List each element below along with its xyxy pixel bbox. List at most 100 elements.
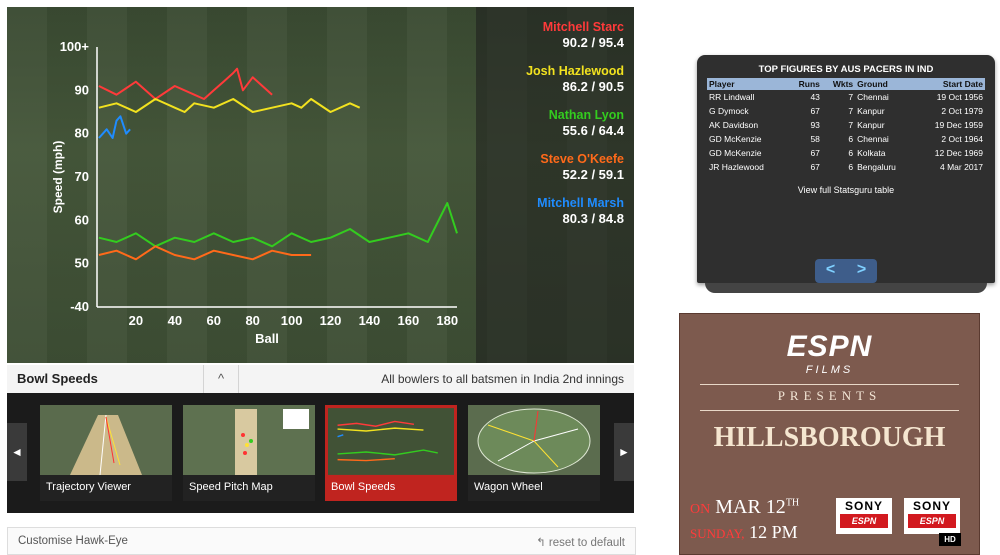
legend-entry: Mitchell Marsh 80.3 / 84.8 — [474, 195, 624, 227]
reset-to-default-link[interactable]: ↰ reset to default — [536, 535, 625, 549]
wkts-cell: 7 — [848, 120, 854, 130]
y-tick-label: 90 — [75, 82, 89, 97]
player-cell: RR Lindwall — [709, 92, 755, 102]
widget-nav: < > — [815, 259, 877, 283]
ground-cell: Bengaluru — [857, 162, 896, 172]
x-axis-label: Ball — [255, 331, 279, 346]
x-tick-label: 60 — [207, 313, 221, 328]
y-axis-label: Speed (mph) — [51, 141, 65, 214]
table-row: RR Lindwall 43 7 Chennai 19 Oct 1956 — [707, 90, 985, 104]
x-tick-label: 180 — [436, 313, 458, 328]
series-line — [98, 202, 458, 248]
series-line — [98, 98, 361, 113]
runs-cell: 58 — [810, 134, 820, 144]
col-header-ground: Ground — [855, 78, 914, 90]
time-value: 12 PM — [749, 522, 798, 542]
wagon-wheel-thumbnail — [468, 405, 600, 475]
legend-bowler-name: Steve O'Keefe — [540, 152, 624, 166]
customise-hawk-eye-link[interactable]: Customise Hawk-Eye — [18, 535, 128, 547]
films-label: FILMS — [805, 364, 854, 376]
thumb-label: Trajectory Viewer — [46, 481, 131, 493]
legend-bowler-name: Mitchell Marsh — [537, 196, 624, 210]
widget-body: TOP FIGURES BY AUS PACERS IN IND Player … — [697, 55, 995, 283]
legend-speed-stats: 90.2 / 95.4 — [562, 35, 624, 50]
top-figures-widget: TOP FIGURES BY AUS PACERS IN IND Player … — [697, 55, 995, 295]
x-tick-label: 120 — [320, 313, 342, 328]
collapse-button[interactable]: ^ — [203, 365, 239, 393]
player-cell: GD McKenzie — [709, 148, 762, 158]
legend-entry: Mitchell Starc 90.2 / 95.4 — [474, 19, 624, 51]
y-tick-label: 70 — [75, 169, 89, 184]
date-cell: 4 Mar 2017 — [940, 162, 983, 172]
date-prefix: ON — [690, 502, 711, 517]
series-line — [98, 115, 131, 139]
espn-text: ESPN — [908, 514, 956, 528]
legend-entry: Steve O'Keefe 52.2 / 59.1 — [474, 151, 624, 183]
date-cell: 19 Oct 1956 — [936, 92, 983, 102]
thumb-speed-pitch-map[interactable]: Speed Pitch Map — [183, 405, 315, 501]
legend-bowler-name: Nathan Lyon — [548, 108, 624, 122]
wkts-cell: 6 — [848, 162, 854, 172]
statsguru-link[interactable]: View full Statsguru table — [697, 185, 995, 195]
sony-espn-logo: SONY ESPN — [836, 498, 892, 534]
legend-speed-stats: 55.6 / 64.4 — [562, 123, 624, 138]
series-line — [98, 245, 312, 261]
table-row: GD McKenzie 67 6 Kolkata 12 Dec 1969 — [707, 146, 985, 160]
x-tick-label: 160 — [397, 313, 419, 328]
thumb-label: Wagon Wheel — [474, 481, 543, 493]
thumb-label: Speed Pitch Map — [189, 481, 273, 493]
wkts-cell: 7 — [848, 92, 854, 102]
sony-text: SONY — [912, 499, 951, 513]
legend-entry: Nathan Lyon 55.6 / 64.4 — [474, 107, 624, 139]
chart-legend: Mitchell Starc 90.2 / 95.4 Josh Hazlewood 8… — [474, 19, 624, 239]
bowl-speeds-thumbnail — [328, 408, 454, 475]
y-tick-label: 50 — [75, 256, 89, 271]
widget-next-button[interactable]: > — [846, 261, 877, 279]
date-cell: 2 Oct 1979 — [941, 106, 983, 116]
hd-badge: HD — [939, 533, 961, 546]
runs-cell: 67 — [810, 106, 820, 116]
date-value: MAR 12 — [715, 496, 786, 518]
movie-title: HILLSBOROUGH — [713, 422, 946, 453]
speed-pitch-map-thumbnail — [183, 405, 315, 475]
table-row: JR Hazlewood 67 6 Bengaluru 4 Mar 2017 — [707, 160, 985, 174]
view-selector-strip: ◄ Trajectory Viewer Speed Pitch Map Bowl… — [7, 393, 634, 513]
presents-label: PRESENTS — [777, 388, 882, 403]
sony-text: SONY — [844, 499, 883, 513]
col-header-wkts: Wkts — [821, 78, 856, 90]
ground-cell: Chennai — [857, 134, 889, 144]
date-suffix: TH — [785, 497, 800, 509]
wkts-cell: 6 — [848, 148, 854, 158]
espn-films-ad[interactable]: ESPN FILMS PRESENTS HILLSBOROUGH ON MAR … — [679, 313, 980, 555]
thumb-bowl-speeds[interactable]: Bowl Speeds — [325, 405, 457, 501]
ground-cell: Kolkata — [857, 148, 886, 158]
trajectory-viewer-thumbnail — [40, 405, 172, 475]
table-body: RR Lindwall 43 7 Chennai 19 Oct 1956 G Dymock… — [707, 90, 985, 174]
runs-cell: 43 — [810, 92, 820, 102]
prev-view-button[interactable]: ◄ — [7, 423, 27, 481]
thumb-label: Bowl Speeds — [331, 481, 396, 493]
thumb-wagon-wheel[interactable]: Wagon Wheel — [468, 405, 600, 501]
y-tick-label: 100+ — [60, 39, 90, 54]
player-cell: JR Hazlewood — [709, 162, 764, 172]
x-tick-label: 80 — [245, 313, 259, 328]
date-cell: 19 Dec 1959 — [934, 120, 983, 130]
next-view-button[interactable]: ► — [614, 423, 634, 481]
runs-cell: 67 — [810, 162, 820, 172]
runs-cell: 93 — [810, 120, 820, 130]
widget-title: TOP FIGURES BY AUS PACERS IN IND — [758, 64, 934, 75]
divider-line — [700, 410, 959, 411]
date-cell: 12 Dec 1969 — [934, 148, 983, 158]
legend-entry: Josh Hazlewood 86.2 / 90.5 — [474, 63, 624, 95]
espn-logo: ESPN — [786, 330, 873, 363]
panel-header-bar: Bowl Speeds ^ All bowlers to all batsmen… — [7, 365, 634, 394]
y-tick-label: -40 — [70, 299, 89, 314]
table-header-row: Player Runs Wkts Ground Start Date — [707, 78, 985, 90]
air-time: SUNDAY, 12 PM — [690, 522, 798, 543]
widget-prev-button[interactable]: < — [815, 261, 846, 279]
col-header-start-date: Start Date — [913, 78, 985, 90]
x-tick-label: 100 — [281, 313, 303, 328]
panel-description: All bowlers to all batsmen in India 2nd … — [381, 372, 624, 386]
col-header-player: Player — [707, 78, 788, 90]
thumb-trajectory-viewer[interactable]: Trajectory Viewer — [40, 405, 172, 501]
